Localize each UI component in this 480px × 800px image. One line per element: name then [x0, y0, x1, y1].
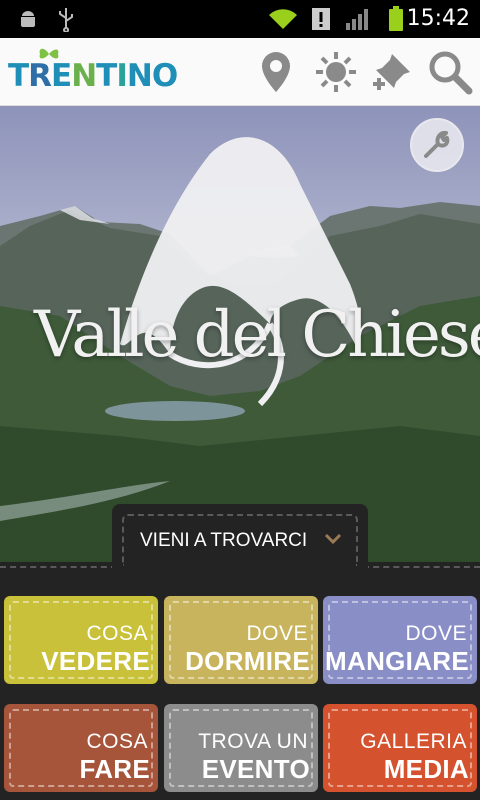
tile-line1: GALLERIA: [360, 730, 467, 753]
tile-line1: COSA: [86, 730, 148, 753]
tile-line2: FARE: [79, 754, 150, 784]
app-bar: TRENTINO: [0, 38, 480, 106]
tile-cosa-fare[interactable]: COSA FARE: [4, 704, 158, 792]
tile-line2: MEDIA: [383, 754, 469, 784]
clock: 15:42: [406, 6, 470, 31]
tile-line2: MANGIARE: [325, 646, 469, 676]
status-bar: 15:42: [0, 0, 480, 38]
tile-cosa-vedere[interactable]: COSA VEDERE: [4, 596, 158, 684]
location-button[interactable]: [252, 48, 300, 96]
wifi-icon: [266, 6, 300, 32]
search-icon: [429, 51, 473, 95]
tile-line1: DOVE: [405, 622, 467, 645]
battery-icon: [386, 6, 406, 32]
signal-icon: [344, 6, 372, 32]
tile-line1: COSA: [86, 622, 148, 645]
android-debug-icon: [14, 6, 42, 32]
trentino-logo[interactable]: TRENTINO: [8, 46, 178, 98]
usb-icon: [52, 6, 80, 32]
tile-line1: TROVA UN: [198, 730, 308, 753]
chevron-down-icon: [324, 533, 342, 545]
tile-galleria-media[interactable]: GALLERIA MEDIA: [323, 704, 477, 792]
tile-line2: VEDERE: [41, 646, 150, 676]
alert-icon: [310, 6, 332, 32]
dropdown-label: VIENI A TROVARCI: [140, 530, 308, 551]
tile-line1: DOVE: [246, 622, 308, 645]
tile-dove-dormire[interactable]: DOVE DORMIRE: [164, 596, 318, 684]
tile-line2: EVENTO: [201, 754, 310, 784]
location-pin-icon: [262, 52, 290, 92]
pin-add-icon: [373, 54, 410, 90]
valle-del-chiese-title: Valle del Chiese: [34, 298, 480, 372]
weather-button[interactable]: [312, 48, 360, 96]
search-button[interactable]: [426, 48, 474, 96]
tile-trova-un-evento[interactable]: TROVA UN EVENTO: [164, 704, 318, 792]
sun-icon: [316, 52, 356, 92]
logo-text: TRENTINO: [8, 58, 178, 94]
tile-line2: DORMIRE: [185, 646, 310, 676]
tile-dove-mangiare[interactable]: DOVE MANGIARE: [323, 596, 477, 684]
add-pin-button[interactable]: [368, 48, 416, 96]
vieni-a-trovarci-dropdown[interactable]: VIENI A TROVARCI: [122, 514, 358, 566]
